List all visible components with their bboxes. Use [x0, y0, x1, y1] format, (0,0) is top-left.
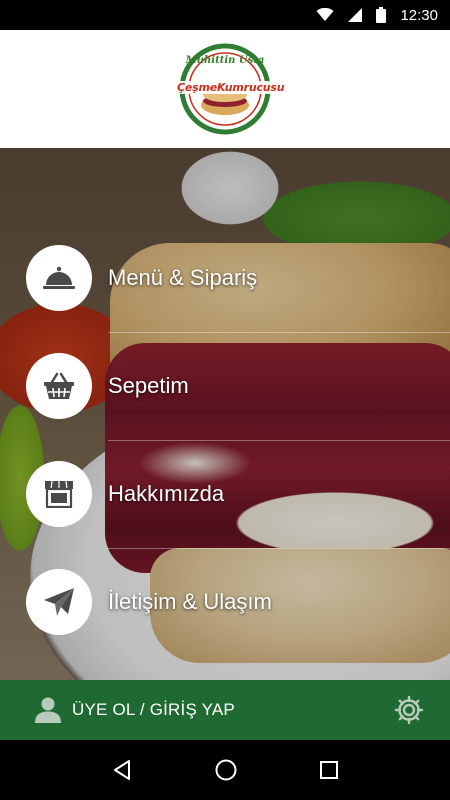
main-menu: Menü & Sipariş Sepetim Hakkımızda İletiş… — [0, 148, 450, 680]
logo-brand-text: ÇeşmeKumrucusu — [177, 81, 285, 94]
bottom-action-bar: ÜYE OL / GİRİŞ YAP — [0, 680, 450, 740]
login-register-link[interactable]: ÜYE OL / GİRİŞ YAP — [72, 700, 235, 720]
menu-item-label: Hakkımızda — [108, 481, 225, 506]
store-icon — [45, 480, 73, 508]
status-time: 12:30 — [400, 6, 438, 24]
cloche-icon — [43, 266, 75, 289]
menu-item-about[interactable]: Hakkımızda — [0, 440, 450, 548]
recents-icon[interactable] — [319, 760, 339, 780]
app-header: Muhittin Usta ÇeşmeKumrucusu — [0, 30, 450, 148]
menu-icon-circle — [26, 461, 92, 527]
status-bar: 12:30 — [0, 0, 450, 30]
main-menu-area: Menü & Sipariş Sepetim Hakkımızda İletiş… — [0, 148, 450, 680]
signal-icon — [348, 8, 363, 22]
brand-logo: Muhittin Usta ÇeşmeKumrucusu — [177, 43, 285, 135]
menu-icon-circle — [26, 245, 92, 311]
menu-item-label: Menü & Sipariş — [108, 265, 258, 290]
gear-icon[interactable] — [394, 695, 424, 725]
back-icon[interactable] — [111, 759, 133, 781]
system-nav-bar — [0, 740, 450, 800]
battery-icon — [376, 7, 387, 23]
menu-item-label: İletişim & Ulaşım — [108, 589, 272, 614]
menu-item-cart[interactable]: Sepetim — [0, 332, 450, 440]
paper-plane-icon — [44, 588, 74, 616]
menu-item-label: Sepetim — [108, 373, 189, 398]
wifi-icon — [316, 8, 334, 21]
basket-icon — [44, 372, 74, 399]
user-icon[interactable] — [34, 696, 62, 724]
menu-icon-circle — [26, 353, 92, 419]
menu-item-contact[interactable]: İletişim & Ulaşım — [0, 548, 450, 656]
menu-icon-circle — [26, 569, 92, 635]
logo-script-text: Muhittin Usta — [185, 55, 265, 66]
menu-item-menu-order[interactable]: Menü & Sipariş — [0, 224, 450, 332]
home-icon[interactable] — [214, 758, 238, 782]
